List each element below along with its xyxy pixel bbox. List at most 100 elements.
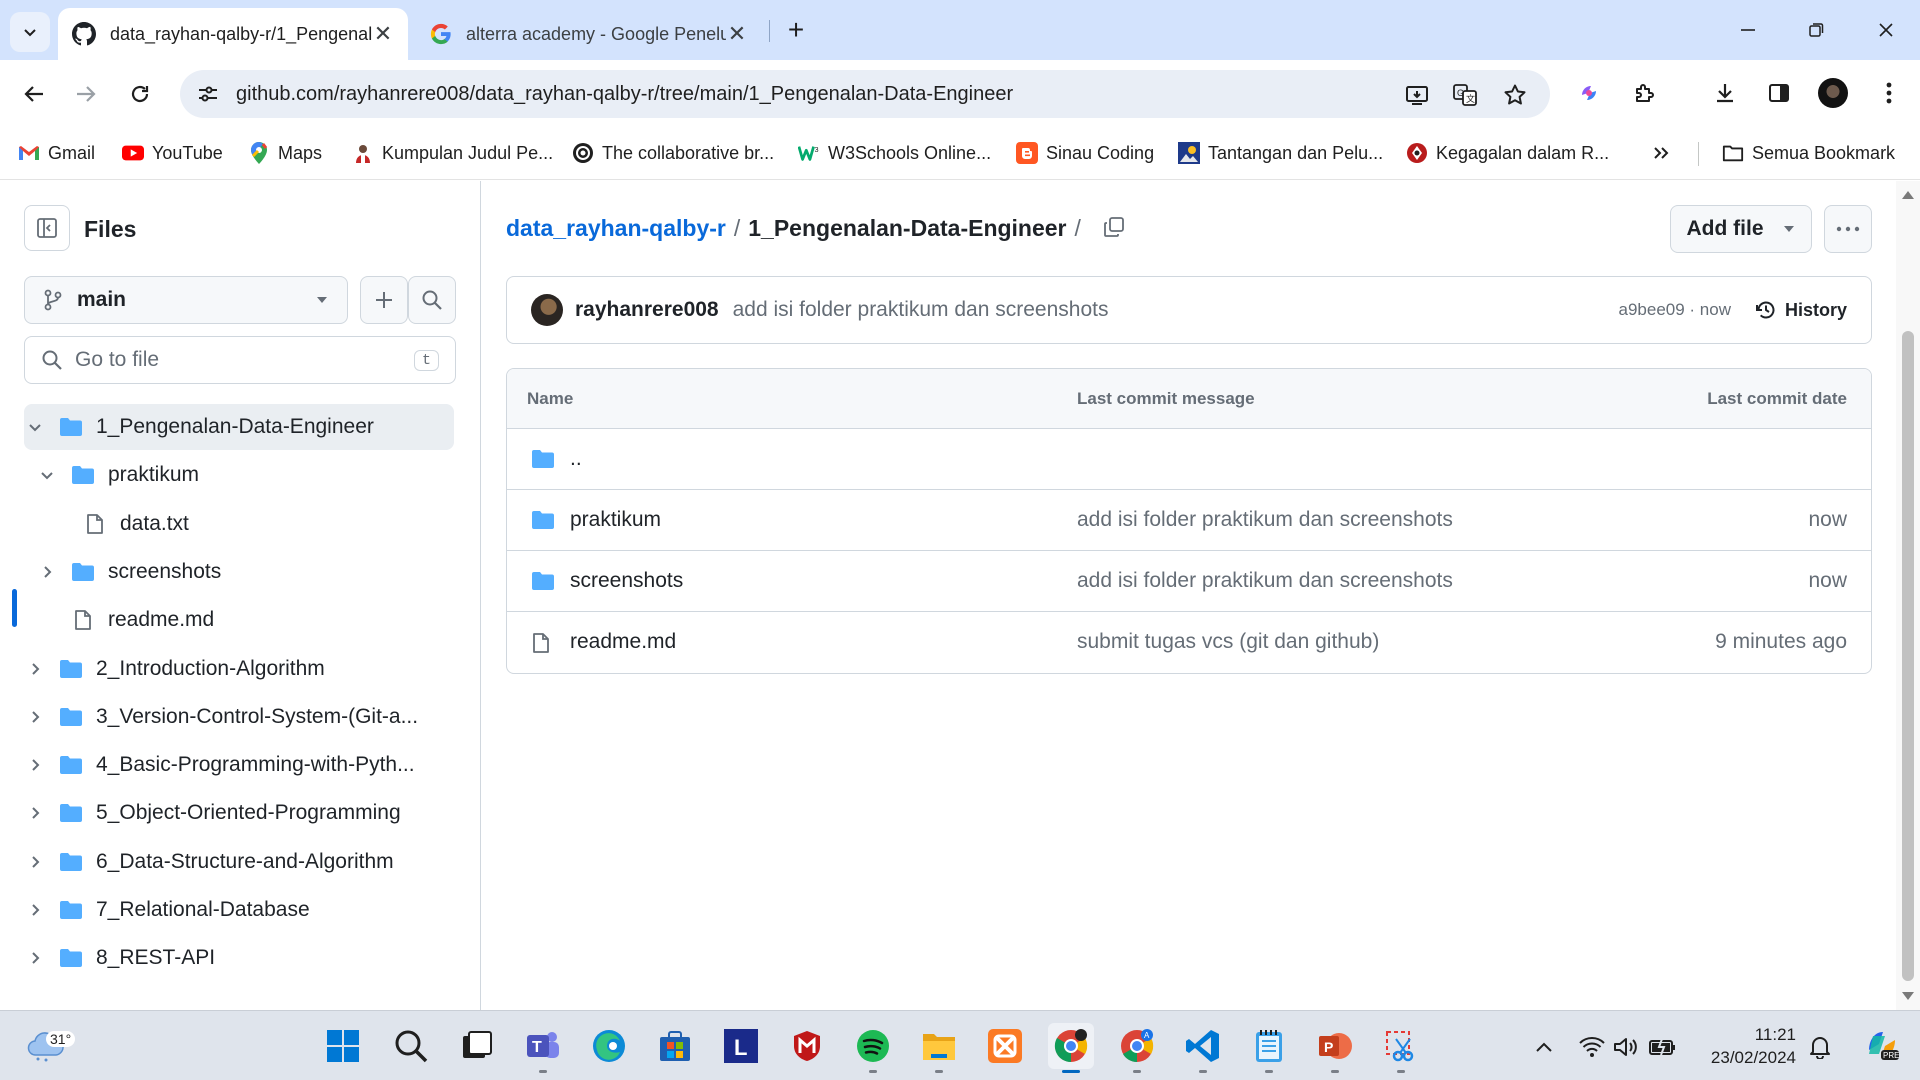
browser-tab-github[interactable]: data_rayhan-qalby-r/1_Pengenalan-Data-En… — [58, 8, 408, 60]
go-to-file-input[interactable] — [75, 348, 414, 372]
more-options-button[interactable] — [1824, 205, 1872, 253]
branch-selector[interactable]: main — [24, 276, 348, 324]
chevron-right-icon[interactable] — [24, 802, 46, 824]
tree-folder-item[interactable]: 3_Version-Control-System-(Git-a... — [24, 694, 454, 740]
taskbar-file-explorer[interactable] — [916, 1023, 962, 1073]
restore-button[interactable] — [1796, 14, 1836, 46]
wifi-status[interactable] — [1578, 1033, 1606, 1061]
chevron-right-icon[interactable] — [24, 754, 46, 776]
add-file-dropdown[interactable]: Add file — [1670, 205, 1812, 253]
taskbar-chrome-profile[interactable]: A — [1114, 1023, 1160, 1073]
taskbar-l-app[interactable]: L — [718, 1023, 764, 1069]
tree-folder-item[interactable]: 7_Relational-Database — [24, 887, 454, 933]
chevron-down-icon[interactable] — [36, 464, 58, 486]
bookmark-gmail[interactable]: Gmail — [18, 140, 95, 166]
tree-folder-item[interactable]: praktikum — [36, 452, 454, 498]
tree-file-item[interactable]: data.txt — [48, 501, 454, 547]
menu-kebab-icon[interactable] — [1872, 76, 1906, 110]
taskbar-snipping-tool[interactable] — [1378, 1023, 1424, 1073]
show-hidden-icons-button[interactable] — [1530, 1033, 1558, 1061]
reload-button[interactable] — [120, 74, 160, 114]
translate-icon[interactable]: G文 — [1452, 82, 1478, 108]
copy-path-button[interactable] — [1098, 211, 1130, 243]
history-button[interactable]: History — [1755, 299, 1847, 321]
page-scrollbar[interactable] — [1896, 181, 1920, 1010]
table-row[interactable]: readme.md submit tugas vcs (git dan githu… — [507, 612, 1871, 673]
commit-hash-time[interactable]: a9bee09 · now — [1619, 300, 1731, 320]
chevron-right-icon[interactable] — [24, 658, 46, 680]
chevron-right-icon[interactable] — [24, 899, 46, 921]
bookmark-star-icon[interactable] — [1502, 82, 1528, 108]
tree-folder-item[interactable]: 5_Object-Oriented-Programming — [24, 790, 454, 836]
forward-button[interactable] — [66, 74, 106, 114]
taskbar-spotify[interactable] — [850, 1023, 896, 1073]
tree-folder-item[interactable]: screenshots — [36, 549, 454, 595]
breadcrumb-repo-link[interactable]: data_rayhan-qalby-r — [506, 215, 726, 242]
battery-status[interactable] — [1648, 1033, 1676, 1061]
search-code-button[interactable] — [408, 276, 456, 324]
bookmark-maps[interactable]: Maps — [248, 140, 322, 166]
close-tab-icon[interactable]: ✕ — [726, 21, 748, 47]
taskbar-vscode[interactable] — [1180, 1023, 1226, 1073]
bookmark-sinau-coding[interactable]: Sinau Coding — [1016, 140, 1154, 166]
taskbar-powerpoint[interactable]: P — [1312, 1023, 1358, 1073]
taskbar-store[interactable] — [652, 1023, 698, 1069]
taskbar-search-button[interactable] — [388, 1023, 434, 1069]
install-app-icon[interactable] — [1404, 82, 1430, 108]
back-button[interactable] — [14, 74, 54, 114]
start-button[interactable] — [320, 1023, 366, 1069]
notifications-button[interactable] — [1806, 1033, 1834, 1061]
tab-search-button[interactable] — [10, 12, 50, 52]
browser-tab-google[interactable]: alterra academy - Google Penelusuran ✕ — [416, 8, 762, 60]
taskbar-notepad[interactable] — [1246, 1023, 1292, 1073]
extensions-icon[interactable] — [1628, 76, 1662, 110]
side-panel-icon[interactable] — [1762, 76, 1796, 110]
add-file-button[interactable] — [360, 276, 408, 324]
profile-avatar[interactable] — [1816, 76, 1850, 110]
chevron-right-icon[interactable] — [24, 851, 46, 873]
bookmark-tantangan[interactable]: Tantangan dan Pelu... — [1178, 140, 1383, 166]
commit-author[interactable]: rayhanrere008 — [575, 298, 719, 322]
new-tab-button[interactable]: + — [780, 14, 812, 46]
go-to-file-field[interactable]: t — [24, 336, 456, 384]
table-row[interactable]: praktikum add isi folder praktikum dan sc… — [507, 490, 1871, 551]
taskbar-edge[interactable] — [586, 1023, 632, 1069]
bookmark-w3schools[interactable]: 3 W3Schools Online... — [798, 140, 991, 166]
downloads-icon[interactable] — [1708, 76, 1742, 110]
bookmark-collaborative[interactable]: The collaborative br... — [572, 140, 774, 166]
scroll-up-arrow[interactable] — [1902, 191, 1914, 199]
commit-message-link[interactable]: add isi folder praktikum dan screenshots — [1077, 508, 1453, 532]
chevron-right-icon[interactable] — [36, 561, 58, 583]
chevron-right-icon[interactable] — [24, 947, 46, 969]
task-view-button[interactable] — [454, 1023, 500, 1069]
scrollbar-thumb[interactable] — [1902, 331, 1914, 981]
taskbar-teams[interactable]: T — [520, 1023, 566, 1073]
all-bookmarks-folder[interactable]: Semua Bookmark — [1722, 140, 1895, 166]
collapse-sidebar-button[interactable] — [24, 205, 70, 251]
tree-folder-item[interactable]: 1_Pengenalan-Data-Engineer — [24, 404, 454, 450]
minimize-button[interactable] — [1728, 14, 1768, 46]
chevron-down-icon[interactable] — [24, 416, 46, 438]
file-name-link[interactable]: screenshots — [570, 569, 683, 593]
tree-folder-item[interactable]: 2_Introduction-Algorithm — [24, 646, 454, 692]
commit-message[interactable]: add isi folder praktikum dan screenshots — [733, 298, 1619, 322]
file-name-link[interactable]: readme.md — [570, 630, 676, 654]
system-clock[interactable]: 11:21 23/02/2024 — [1700, 1023, 1796, 1069]
copilot-preview-button[interactable]: PRE — [1862, 1025, 1902, 1065]
bookmark-kegagalan[interactable]: Kegagalan dalam R... — [1406, 140, 1609, 166]
scroll-down-arrow[interactable] — [1902, 992, 1914, 1000]
taskbar-chrome[interactable] — [1048, 1023, 1094, 1073]
site-info-icon[interactable] — [196, 82, 220, 106]
weather-widget[interactable]: 31° — [26, 1023, 76, 1069]
commit-message-link[interactable]: add isi folder praktikum dan screenshots — [1077, 569, 1453, 593]
taskbar-xampp[interactable] — [982, 1023, 1028, 1069]
volume-status[interactable] — [1612, 1033, 1640, 1061]
author-avatar[interactable] — [531, 294, 563, 326]
file-name-link[interactable]: praktikum — [570, 508, 661, 532]
file-name-link[interactable]: .. — [570, 447, 582, 471]
tree-file-item[interactable]: readme.md — [36, 597, 454, 643]
chevron-right-icon[interactable] — [24, 706, 46, 728]
more-bookmarks-button[interactable] — [1652, 140, 1670, 166]
copilot-icon[interactable] — [1572, 76, 1606, 110]
table-row[interactable]: screenshots add isi folder praktikum dan … — [507, 551, 1871, 612]
